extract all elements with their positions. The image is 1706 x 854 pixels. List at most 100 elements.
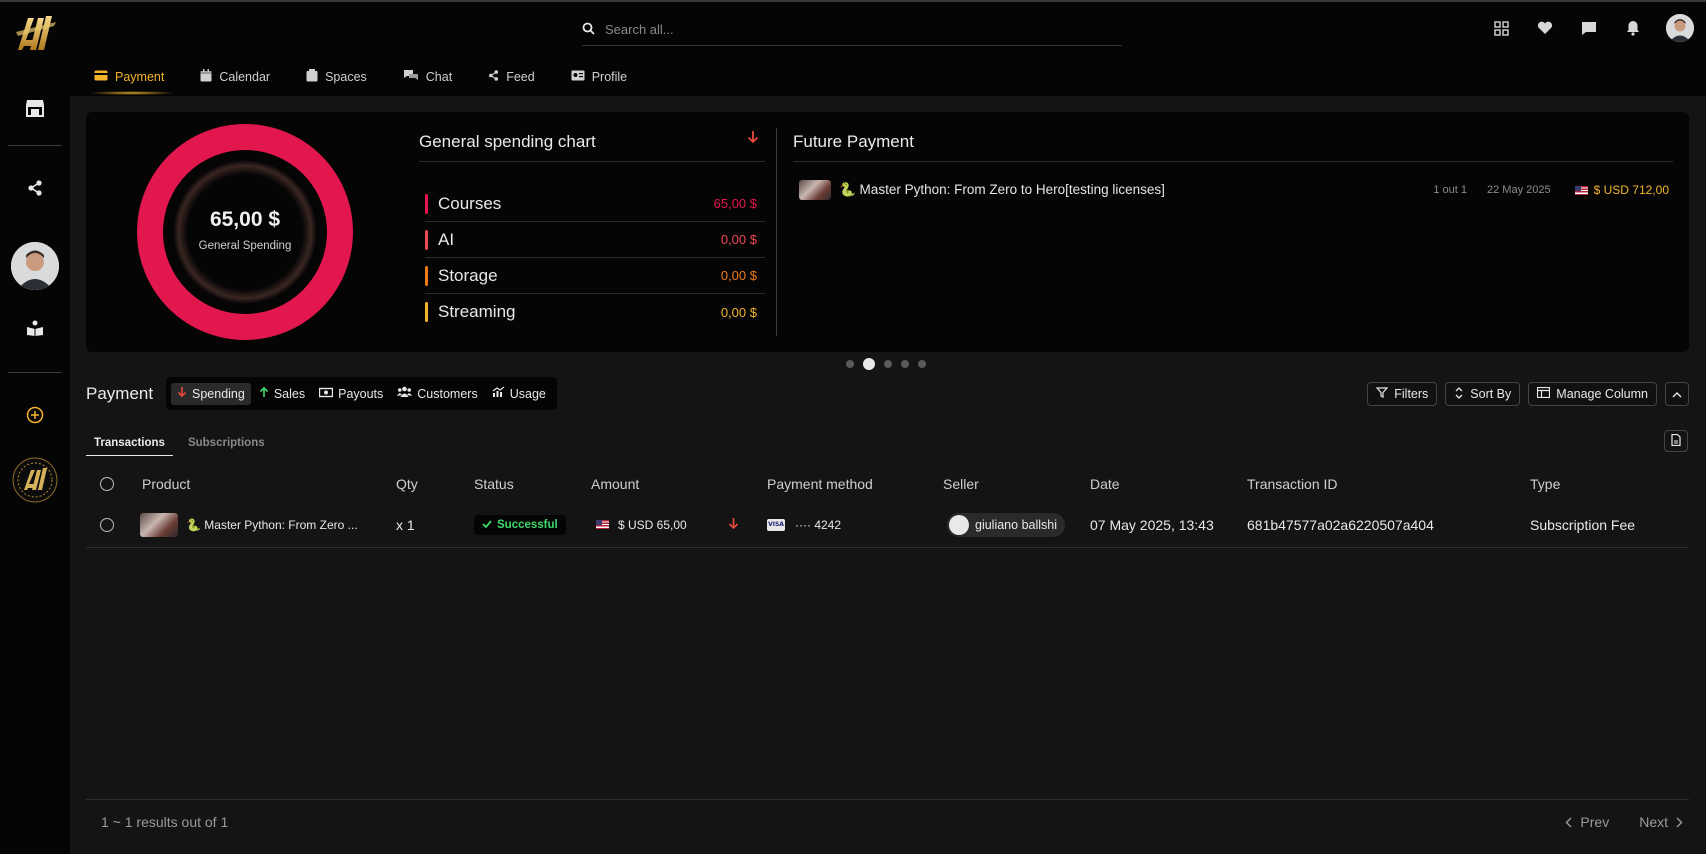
tab-spending[interactable]: Spending	[171, 382, 251, 405]
table-toolbar: Filters Sort By Manage Column	[1367, 382, 1689, 406]
amount-value: $ USD 65,00	[618, 517, 687, 532]
tab-payment[interactable]: Payment	[80, 62, 186, 95]
search-bar[interactable]	[582, 14, 1122, 46]
main-tabs: Payment Calendar Spaces Chat Feed Profil…	[80, 62, 649, 96]
category-name: AI	[438, 229, 455, 249]
app-logo[interactable]	[14, 10, 58, 56]
row-checkbox[interactable]	[100, 502, 114, 547]
arrow-down-icon	[177, 386, 187, 401]
tab-customers[interactable]: Customers	[391, 383, 483, 405]
carousel-dot-1[interactable]	[846, 360, 854, 368]
filters-button[interactable]: Filters	[1367, 382, 1438, 406]
arrow-down-icon[interactable]	[747, 130, 759, 147]
category-name: Storage	[438, 265, 498, 285]
spending-row-streaming: Streaming 0,00 $	[425, 294, 765, 330]
tab-subscriptions[interactable]: Subscriptions	[180, 430, 273, 456]
pagination: Prev Next	[1565, 814, 1683, 830]
category-name: Streaming	[438, 302, 516, 321]
results-count: 1 ~ 1 results out of 1	[101, 814, 229, 830]
card-number: ···· 4242	[795, 517, 842, 532]
category-value: 65,00 $	[713, 196, 757, 211]
carousel-dot-5[interactable]	[918, 360, 926, 368]
card-icon	[94, 70, 108, 84]
tab-label: Profile	[591, 70, 628, 84]
category-color-bar	[425, 302, 428, 322]
badge-logo-icon[interactable]	[11, 456, 59, 504]
category-color-bar	[425, 265, 428, 286]
visa-card-icon: VISA	[767, 518, 785, 531]
tab-payouts[interactable]: Payouts	[313, 383, 389, 405]
column-header[interactable]: Seller	[943, 470, 979, 498]
payment-section-title: Payment	[86, 384, 154, 403]
search-input[interactable]	[605, 22, 1085, 37]
date-cell: 07 May 2025, 13:43	[1090, 516, 1214, 533]
bell-icon[interactable]	[1622, 17, 1644, 39]
collapse-button[interactable]	[1665, 382, 1689, 406]
future-payment-item[interactable]: 🐍 Master Python: From Zero to Hero[testi…	[799, 178, 1669, 202]
future-payment-count: 1 out 1	[1433, 184, 1467, 196]
table-row[interactable]: 🐍 Master Python: From Zero ... x 1 Succe…	[86, 502, 1689, 548]
tab-profile[interactable]: Profile	[557, 62, 649, 92]
export-button[interactable]	[1664, 430, 1688, 452]
tab-label: Customers	[417, 386, 478, 401]
status-label: Successful	[497, 518, 558, 531]
store-icon[interactable]	[15, 88, 55, 128]
seller-cell[interactable]: giuliano ballshi	[947, 502, 1066, 547]
chat-icon[interactable]	[1578, 17, 1600, 39]
button-label: Sort By	[1470, 387, 1512, 401]
share-icon[interactable]	[15, 168, 55, 208]
tab-feed[interactable]: Feed	[474, 62, 557, 92]
carousel-dot-2[interactable]	[863, 358, 875, 370]
grid-icon[interactable]	[1490, 17, 1512, 39]
column-header[interactable]: Date	[1090, 470, 1120, 498]
tab-calendar[interactable]: Calendar	[186, 62, 292, 92]
category-color-bar	[425, 229, 428, 250]
id-card-icon	[571, 70, 585, 84]
carousel-dot-3[interactable]	[884, 360, 892, 368]
chevron-left-icon	[1565, 817, 1572, 828]
sort-by-button[interactable]: Sort By	[1445, 382, 1521, 406]
spending-overview-card: 65,00 $ General Spending General spendin…	[86, 112, 1689, 352]
filter-icon	[1375, 387, 1389, 401]
profile-avatar[interactable]	[1666, 14, 1694, 42]
chevron-right-icon	[1676, 817, 1683, 828]
seller-avatar	[949, 514, 969, 535]
qty-cell: x 1	[396, 516, 415, 533]
column-header[interactable]: Transaction ID	[1247, 470, 1338, 498]
column-header[interactable]: Type	[1530, 470, 1560, 498]
check-icon	[482, 519, 492, 531]
tab-spaces[interactable]: Spaces	[292, 62, 389, 92]
transactions-table: Product Qty Status Amount Payment method…	[86, 470, 1689, 548]
next-button[interactable]: Next	[1639, 814, 1683, 830]
tab-transactions[interactable]: Transactions	[86, 430, 173, 456]
column-header[interactable]: Amount	[591, 470, 639, 498]
column-header[interactable]: Status	[474, 470, 514, 498]
heart-icon[interactable]	[1534, 17, 1556, 39]
table-footer-divider	[86, 799, 1689, 800]
column-header[interactable]: Product	[142, 470, 190, 498]
select-all-checkbox[interactable]	[100, 470, 114, 498]
manage-column-button[interactable]: Manage Column	[1528, 382, 1657, 406]
user-avatar[interactable]	[11, 242, 59, 290]
sidebar-divider	[8, 372, 62, 373]
category-color-bar	[425, 193, 428, 214]
carousel-dot-4[interactable]	[901, 360, 909, 368]
column-header[interactable]: Payment method	[767, 470, 873, 498]
tab-sales[interactable]: Sales	[253, 383, 311, 405]
book-icon[interactable]	[15, 308, 55, 348]
chevron-up-icon	[1672, 387, 1682, 401]
button-label: Filters	[1394, 387, 1429, 401]
transaction-id-cell: 681b47577a02a6220507a404	[1247, 516, 1434, 533]
tab-chat[interactable]: Chat	[389, 62, 474, 92]
column-header[interactable]: Qty	[396, 470, 418, 498]
spending-row-courses: Courses 65,00 $	[425, 186, 765, 222]
tab-label: Spending	[192, 386, 245, 401]
category-value: 0,00 $	[720, 304, 757, 320]
product-thumbnail	[799, 180, 831, 200]
tab-usage[interactable]: Usage	[486, 383, 552, 405]
seller-chip[interactable]: giuliano ballshi	[947, 512, 1066, 537]
tab-label: Payouts	[338, 386, 384, 401]
prev-button[interactable]: Prev	[1565, 814, 1609, 830]
plus-circle-icon[interactable]	[15, 395, 55, 435]
donut-total-label: General Spending	[198, 240, 292, 252]
